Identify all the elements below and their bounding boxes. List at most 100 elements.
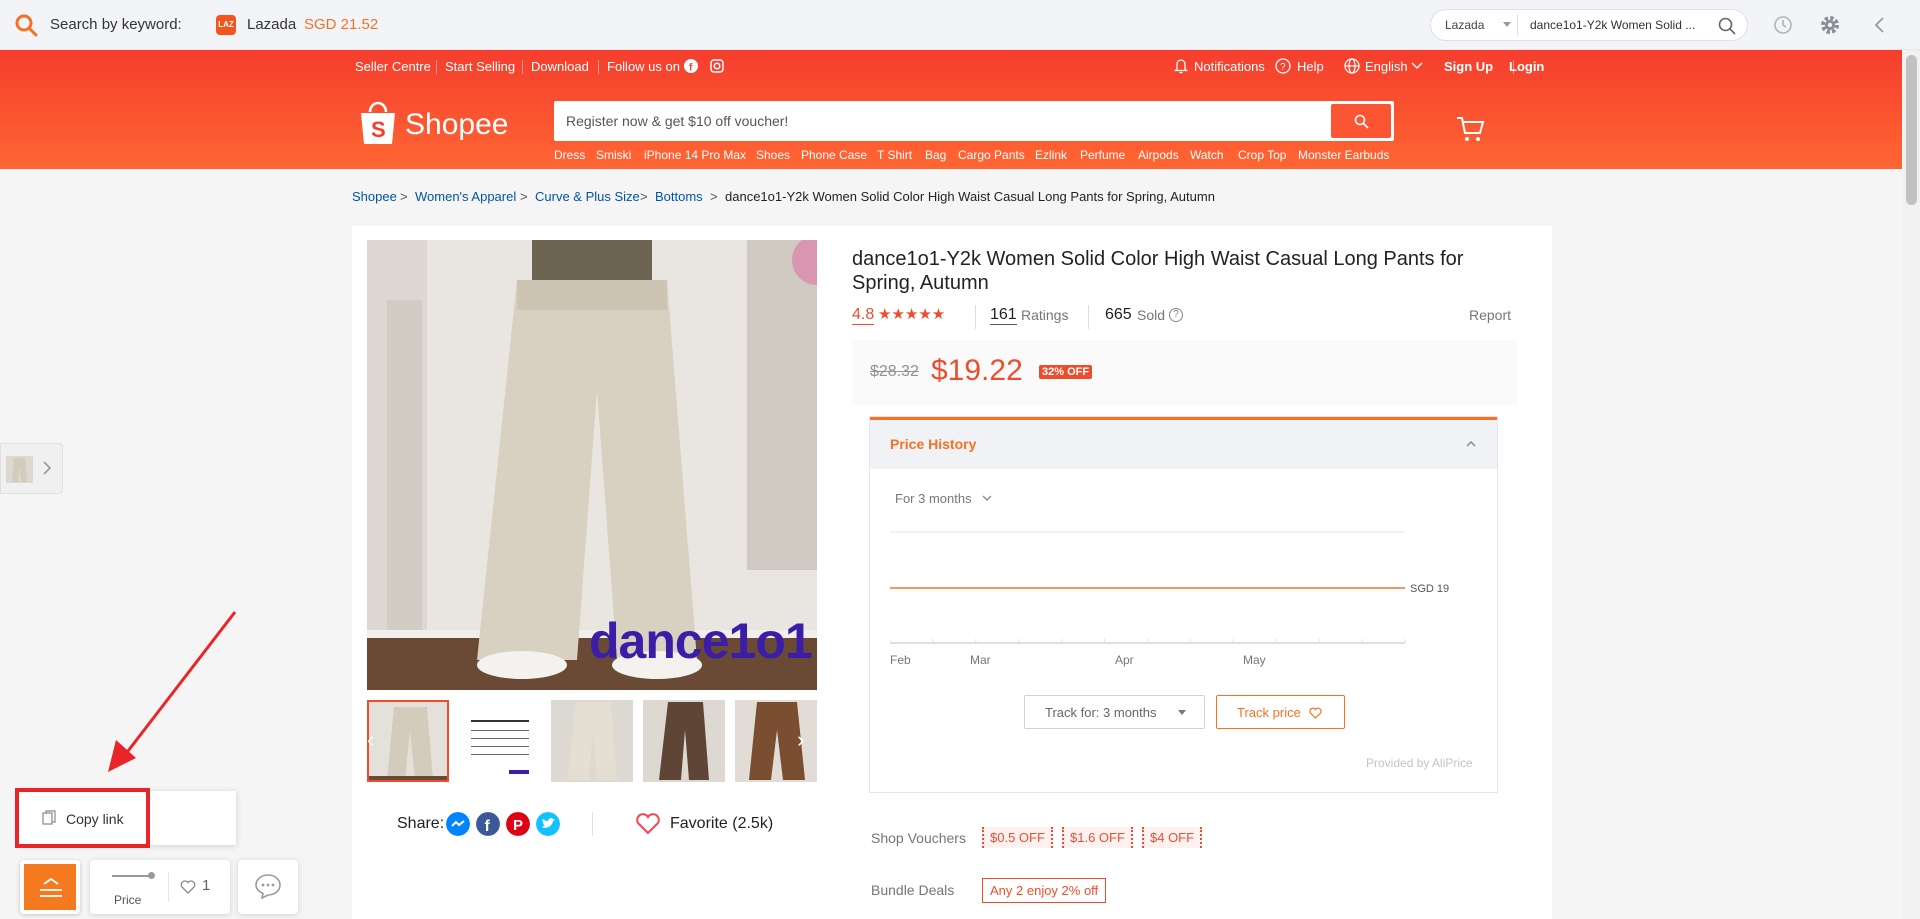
breadcrumb-item[interactable]: Shopee xyxy=(352,189,397,204)
messenger-icon[interactable] xyxy=(446,812,470,836)
sign-up-link[interactable]: Sign Up xyxy=(1444,59,1493,74)
price-history-header[interactable]: Price History xyxy=(870,417,1497,469)
scrollbar-thumb[interactable] xyxy=(1906,55,1917,205)
keyword-link[interactable]: Perfume xyxy=(1080,148,1125,162)
shopee-header: Seller Centre Start Selling Download Fol… xyxy=(0,50,1902,169)
favorite-button[interactable]: Favorite (2.5k) xyxy=(670,815,773,833)
breadcrumb-item[interactable]: Bottoms xyxy=(655,189,703,204)
price-button[interactable]: Price xyxy=(114,893,141,907)
facebook-icon[interactable]: f xyxy=(476,812,500,836)
shopee-logo-text: Shopee xyxy=(405,108,509,141)
period-select[interactable]: For 3 months xyxy=(895,491,972,506)
chevron-right-icon[interactable]: › xyxy=(797,727,815,757)
thumbnail-image[interactable] xyxy=(459,700,541,782)
side-panel-tab[interactable] xyxy=(0,443,63,494)
track-price-label: Track price xyxy=(1237,705,1301,720)
history-icon[interactable] xyxy=(1772,14,1794,36)
extension-search-box[interactable]: Lazada dance1o1-Y2k Women Solid ... xyxy=(1430,9,1748,41)
instagram-icon[interactable] xyxy=(710,59,724,73)
search-by-keyword-label: Search by keyword: xyxy=(50,16,182,33)
current-price-label: SGD 19.22 xyxy=(1410,583,1450,595)
scrollbar[interactable] xyxy=(1903,50,1920,919)
voucher-tag[interactable]: $0.5 OFF xyxy=(982,827,1053,848)
heart-icon xyxy=(1309,707,1322,719)
current-price: $19.22 xyxy=(931,354,1023,387)
download-link[interactable]: Download xyxy=(531,59,589,74)
shopee-logo[interactable]: S Shopee xyxy=(358,100,508,148)
heart-icon[interactable] xyxy=(180,879,196,894)
bundle-deals-label: Bundle Deals xyxy=(871,882,955,898)
search-icon[interactable] xyxy=(1717,16,1737,36)
keyword-link[interactable]: Phone Case xyxy=(801,148,867,162)
keyword-link[interactable]: Monster Earbuds xyxy=(1298,148,1389,162)
chevron-left-icon[interactable] xyxy=(1870,14,1890,36)
seller-centre-link[interactable]: Seller Centre xyxy=(355,59,431,74)
keyword-link[interactable]: Bag xyxy=(925,148,946,162)
keyword-link[interactable]: Dress xyxy=(554,148,585,162)
favorites-count: 1 xyxy=(202,877,211,894)
keyword-link[interactable]: Ezlink xyxy=(1035,148,1067,162)
lazada-price[interactable]: SGD 21.52 xyxy=(304,16,378,33)
chevron-down-icon xyxy=(1411,62,1423,69)
breadcrumb-item[interactable]: Curve & Plus Size xyxy=(535,189,640,204)
chat-button[interactable] xyxy=(238,860,298,914)
quick-actions-bar: Price 1 xyxy=(90,860,230,914)
language-select[interactable]: English xyxy=(1365,59,1408,74)
gear-icon[interactable] xyxy=(1818,13,1842,37)
extension-search-input[interactable]: dance1o1-Y2k Women Solid ... xyxy=(1530,18,1695,32)
breadcrumb-current: dance1o1-Y2k Women Solid Color High Wais… xyxy=(725,189,1215,204)
breadcrumb-item[interactable]: Women's Apparel xyxy=(415,189,516,204)
x-tick-label: Apr xyxy=(1115,653,1134,667)
price-box: $28.32 $19.22 32% OFF xyxy=(852,340,1517,405)
menu-button[interactable] xyxy=(20,860,80,914)
login-link[interactable]: Login xyxy=(1509,59,1544,74)
track-period-select[interactable]: Track for: 3 months xyxy=(1024,695,1205,729)
search-bar[interactable]: Register now & get $10 off voucher! xyxy=(554,101,1394,141)
keyword-link[interactable]: Crop Top xyxy=(1238,148,1286,162)
facebook-icon[interactable]: f xyxy=(684,59,698,73)
chevron-left-icon[interactable]: ‹ xyxy=(367,727,385,757)
divider xyxy=(436,60,437,74)
keyword-link[interactable]: Cargo Pants xyxy=(958,148,1025,162)
keyword-link[interactable]: Airpods xyxy=(1138,148,1179,162)
voucher-tag[interactable]: $4 OFF xyxy=(1142,827,1203,848)
start-selling-link[interactable]: Start Selling xyxy=(445,59,515,74)
heart-icon[interactable] xyxy=(635,812,661,836)
voucher-tag[interactable]: $1.6 OFF xyxy=(1062,827,1133,848)
thumbnail-image[interactable] xyxy=(643,700,725,782)
site-select[interactable]: Lazada xyxy=(1445,18,1484,32)
product-title: dance1o1-Y2k Women Solid Color High Wais… xyxy=(852,248,1464,294)
keyword-link[interactable]: iPhone 14 Pro Max xyxy=(644,148,746,162)
ratings-count[interactable]: 161 xyxy=(990,306,1017,325)
product-main-image[interactable]: dance1o1 xyxy=(367,240,817,690)
lazada-name[interactable]: Lazada xyxy=(247,16,296,33)
slider-dot xyxy=(148,872,155,879)
keyword-link[interactable]: Watch xyxy=(1190,148,1224,162)
price-history-title: Price History xyxy=(890,436,977,452)
keyword-link[interactable]: Shoes xyxy=(756,148,790,162)
thumbnail-image[interactable] xyxy=(551,700,633,782)
search-button[interactable] xyxy=(1331,104,1391,138)
svg-text:f: f xyxy=(485,818,491,835)
bell-icon xyxy=(1174,59,1188,74)
chevron-up-icon[interactable] xyxy=(1465,438,1477,450)
keyword-link[interactable]: Smiski xyxy=(596,148,631,162)
price-trend-icon[interactable] xyxy=(112,875,152,877)
provider-credit: Provided by AliPrice xyxy=(1366,756,1473,770)
track-price-button[interactable]: Track price xyxy=(1216,695,1345,729)
help-icon: ? xyxy=(1275,58,1291,74)
chevron-right-icon: > xyxy=(710,189,718,204)
search-input[interactable]: Register now & get $10 off voucher! xyxy=(566,113,788,129)
help-icon[interactable]: ? xyxy=(1169,308,1183,322)
image-watermark: dance1o1 xyxy=(589,613,813,669)
bundle-deal-tag[interactable]: Any 2 enjoy 2% off xyxy=(982,878,1107,903)
rating-value[interactable]: 4.8 xyxy=(852,306,875,325)
keyword-link[interactable]: T Shirt xyxy=(877,148,912,162)
ratings-label: Ratings xyxy=(1021,307,1069,323)
cart-icon[interactable] xyxy=(1455,114,1485,144)
notifications-link[interactable]: Notifications xyxy=(1194,59,1265,74)
pinterest-icon[interactable]: P xyxy=(506,812,530,836)
twitter-icon[interactable] xyxy=(536,812,560,836)
help-link[interactable]: Help xyxy=(1297,59,1324,74)
report-link[interactable]: Report xyxy=(1469,307,1511,323)
